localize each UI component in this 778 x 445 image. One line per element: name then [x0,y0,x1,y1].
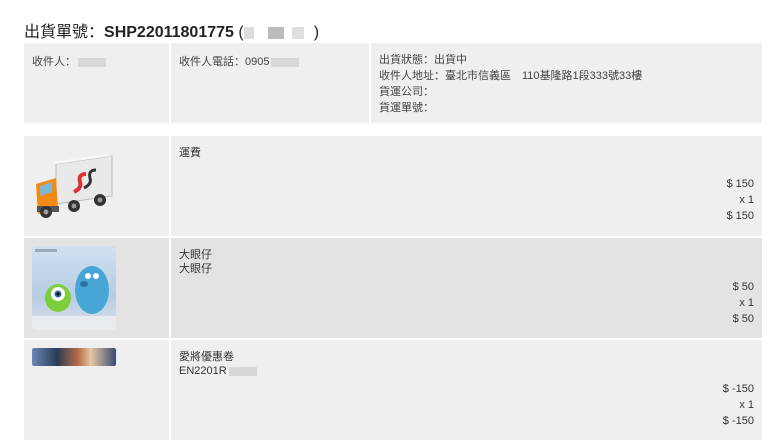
unit-price: $ 150 [726,178,754,190]
recipient-address: 收件人地址：臺北市信義區 110基隆路1段333號33樓 [379,70,643,82]
quantity: x 1 [739,297,754,309]
item-price-block: $ -150 x 1 $ -150 [723,381,754,429]
item-detail-cell: 運費 $ 150 x 1 $ 150 [169,136,762,236]
coupon-code: EN2201R [179,365,227,377]
item-price-block: $ 150 x 1 $ 150 [726,176,754,224]
quantity: x 1 [739,194,754,206]
phone-cell: 收件人電話：0905 [169,43,369,123]
shipping-status: 出貨狀態：出貨中 [379,54,467,66]
item-image-cell [24,340,169,440]
item-price-block: $ 50 x 1 $ 50 [733,279,754,327]
paren-close: ) [313,24,320,41]
item-code: EN2201R [179,364,754,378]
list-item: 運費 $ 150 x 1 $ 150 [24,136,762,238]
subtotal: $ 50 [732,313,754,325]
shipment-title: 出貨單號：SHP22011801775 () [24,18,319,42]
item-detail-cell: 大眼仔 大眼仔 $ 50 x 1 $ 50 [169,238,762,338]
masked-code [228,366,257,376]
phone-label: 收件人電話： [179,56,245,68]
shipping-detail-cell: 出貨狀態：出貨中 收件人地址：臺北市信義區 110基隆路1段333號33樓 貨運… [369,43,762,123]
item-detail-cell: 愛將優惠卷 EN2201R $ -150 x 1 $ -150 [169,340,762,440]
subtotal: $ -150 [722,415,754,427]
item-name: 愛將優惠卷 [179,351,234,363]
toy-figure-image [32,246,116,330]
order-number: SHP22011801775 [104,24,234,41]
tracking-number: 貨運單號： [379,102,434,114]
delivery-truck-icon [36,154,113,218]
recipient-label: 收件人： [32,56,76,68]
subtotal: $ 150 [726,210,754,222]
phone-value: 0905 [245,56,270,68]
item-image-cell [24,238,169,338]
masked-phone [271,57,300,67]
item-image-cell [24,136,169,236]
order-items-list: 運費 $ 150 x 1 $ 150 大眼仔 大眼仔 $ 50 x 1 $ 50… [24,136,762,442]
unit-price: $ -150 [722,383,754,395]
shipment-label: 出貨單號： [24,24,105,41]
recipient-info-panel: 收件人： 收件人電話：0905 出貨狀態：出貨中 收件人地址：臺北市信義區 11… [24,43,762,123]
unit-price: $ 50 [732,281,754,293]
item-name-secondary: 大眼仔 [179,263,212,275]
masked-recipient [78,57,106,67]
item-name: 運費 [179,147,201,159]
coupon-banner-image [32,348,116,366]
masked-name [243,26,314,39]
list-item: 大眼仔 大眼仔 $ 50 x 1 $ 50 [24,238,762,340]
quantity: x 1 [739,399,754,411]
recipient-cell: 收件人： [24,43,169,123]
item-name: 大眼仔 [179,249,212,261]
list-item: 愛將優惠卷 EN2201R $ -150 x 1 $ -150 [24,340,762,442]
carrier-company: 貨運公司： [379,86,434,98]
